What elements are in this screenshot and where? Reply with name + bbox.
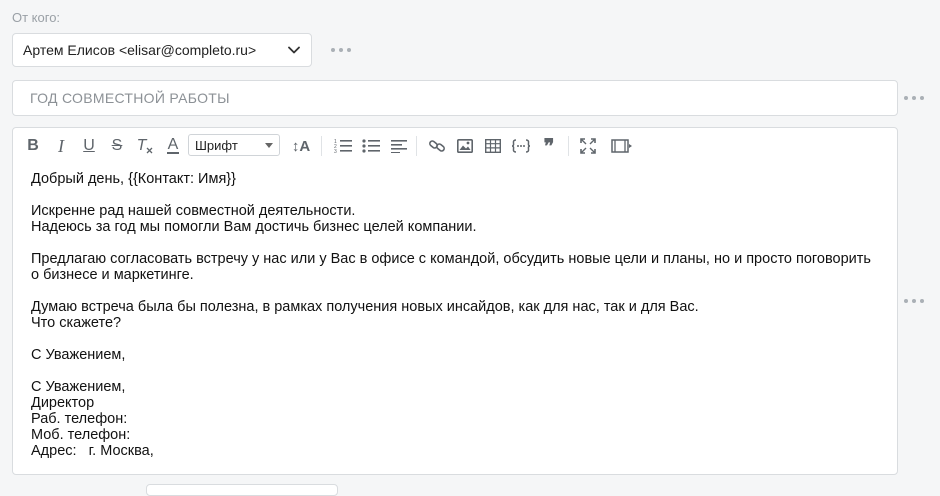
clear-x-icon [146, 147, 153, 154]
email-body-line: Адрес: г. Москва, [31, 443, 154, 459]
underline-button[interactable]: U [81, 135, 97, 157]
chevron-down-icon [287, 43, 301, 57]
bullet-list-icon[interactable] [361, 135, 381, 157]
toolbar-divider [321, 136, 322, 156]
email-body-line: Добрый день, {{Контакт: Имя}} [31, 171, 236, 187]
email-body-line: Моб. телефон: [31, 427, 131, 443]
caret-down-icon [265, 142, 273, 148]
email-body-line: Предлагаю согласовать встречу у нас или … [31, 251, 871, 267]
subject-field[interactable]: ГОД СОВМЕСТНОЙ РАБОТЫ [12, 80, 898, 116]
from-select[interactable]: Артем Елисов <elisar@completo.ru> [12, 33, 312, 67]
clear-format-label: T [136, 137, 147, 154]
email-body-line: Что скажете? [31, 315, 122, 331]
font-family-select[interactable]: Шрифт [188, 134, 280, 156]
image-icon[interactable] [455, 135, 475, 157]
email-body-line: Директор [31, 395, 95, 411]
email-body-line [31, 283, 887, 299]
email-body-line: С Уважением, [31, 379, 126, 395]
email-editor[interactable]: B I U S T A Шрифт ↕A 123 ❞ Добрый день, … [12, 127, 898, 475]
fullscreen-icon[interactable] [578, 135, 598, 157]
email-body-line: С Уважением, [31, 347, 126, 363]
email-body-line: Раб. телефон: [31, 411, 128, 427]
font-color-button[interactable]: A [165, 135, 181, 157]
table-icon[interactable] [483, 135, 503, 157]
email-body[interactable]: Добрый день, {{Контакт: Имя}} Искренне ра… [31, 171, 887, 459]
link-icon[interactable] [427, 135, 447, 157]
code-icon[interactable] [510, 135, 532, 157]
italic-button[interactable]: I [53, 135, 69, 157]
align-left-icon[interactable] [389, 135, 409, 157]
font-size-button[interactable]: ↕A [289, 135, 313, 157]
email-body-line: Искренне рад нашей совместной деятельнос… [31, 203, 356, 219]
email-body-line: Надеюсь за год мы помогли Вам достичь би… [31, 219, 477, 235]
quote-button[interactable]: ❞ [539, 135, 559, 158]
clear-format-button[interactable]: T [135, 135, 155, 157]
from-label: От кого: [12, 10, 61, 25]
toolbar-divider [416, 136, 417, 156]
font-color-bar [167, 152, 179, 154]
from-more-icon[interactable] [331, 45, 351, 55]
strikethrough-button[interactable]: S [109, 135, 125, 157]
font-color-label: A [167, 136, 179, 153]
bold-button[interactable]: B [25, 135, 41, 157]
source-view-icon[interactable] [610, 135, 634, 157]
editor-toolbar: B I U S T A Шрифт ↕A 123 ❞ [13, 128, 897, 164]
svg-text:3: 3 [334, 149, 337, 154]
email-body-line: Думаю встреча была бы полезна, в рамках … [31, 299, 699, 315]
font-family-value: Шрифт [195, 137, 238, 153]
email-body-line [31, 235, 887, 251]
body-more-icon[interactable] [904, 296, 924, 306]
toolbar-divider [568, 136, 569, 156]
email-body-line [31, 331, 887, 347]
email-body-line: о бизнесе и маркетинге. [31, 267, 194, 283]
bottom-field-edge [146, 484, 338, 496]
subject-value: ГОД СОВМЕСТНОЙ РАБОТЫ [30, 90, 230, 106]
email-body-line [31, 187, 887, 203]
subject-more-icon[interactable] [904, 93, 924, 103]
ordered-list-icon[interactable]: 123 [333, 135, 353, 157]
from-value: Артем Елисов <elisar@completo.ru> [23, 42, 257, 58]
email-body-line [31, 363, 887, 379]
